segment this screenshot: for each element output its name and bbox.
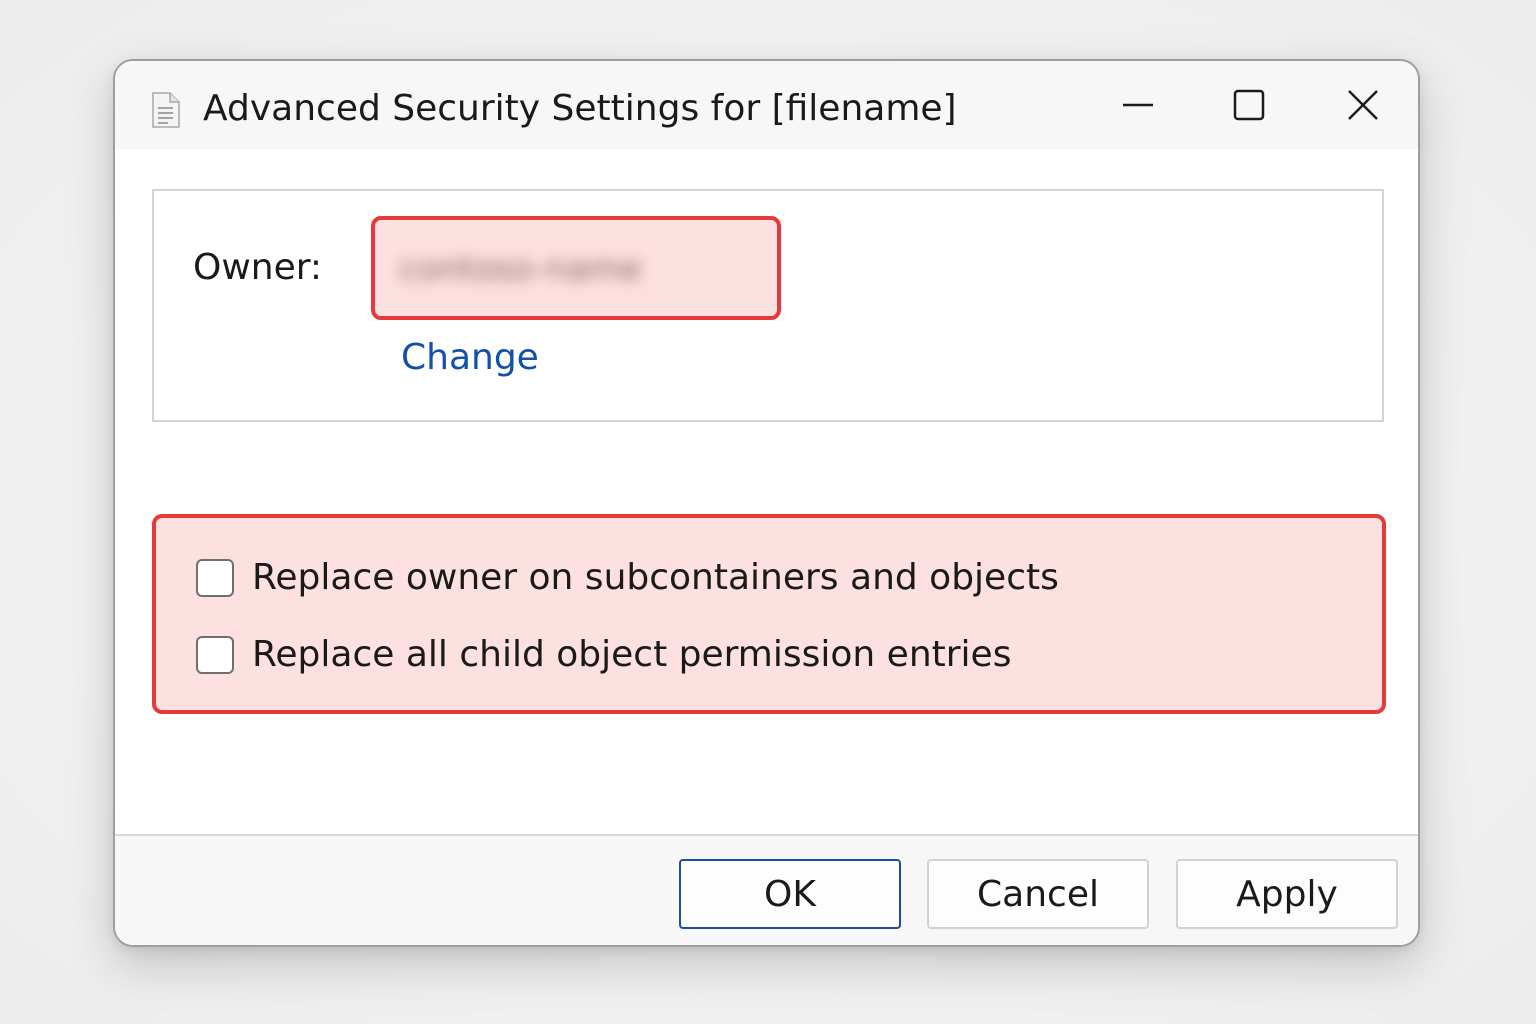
cancel-button[interactable]: Cancel — [927, 859, 1149, 929]
owner-label: Owner: — [193, 247, 323, 288]
window-title: Advanced Security Settings for [filename… — [203, 88, 957, 129]
replace-owner-label[interactable]: Replace owner on subcontainers and objec… — [252, 555, 1059, 601]
replace-child-permissions-option[interactable]: Replace all child object permission entr… — [196, 632, 1011, 678]
owner-group: Owner: contoso-name Change — [152, 189, 1384, 422]
minimize-icon — [1121, 88, 1155, 126]
minimize-button[interactable] — [1103, 79, 1173, 135]
close-icon — [1346, 88, 1380, 126]
ok-button[interactable]: OK — [679, 859, 901, 929]
title-bar[interactable]: Advanced Security Settings for [filename… — [115, 61, 1418, 149]
replace-options-group: Replace owner on subcontainers and objec… — [152, 514, 1386, 714]
advanced-security-dialog: Advanced Security Settings for [filename… — [113, 59, 1420, 947]
change-owner-link[interactable]: Change — [401, 335, 539, 381]
replace-child-permissions-label[interactable]: Replace all child object permission entr… — [252, 632, 1011, 678]
replace-owner-option[interactable]: Replace owner on subcontainers and objec… — [196, 555, 1059, 601]
apply-button[interactable]: Apply — [1176, 859, 1398, 929]
maximize-button[interactable] — [1214, 79, 1284, 135]
dialog-content: Owner: contoso-name Change Replace owner… — [115, 149, 1418, 834]
maximize-icon — [1232, 88, 1266, 126]
replace-owner-checkbox[interactable] — [196, 559, 234, 597]
owner-value-highlight: contoso-name — [371, 216, 781, 320]
replace-child-permissions-checkbox[interactable] — [196, 636, 234, 674]
document-icon — [151, 92, 181, 128]
dialog-footer: OK Cancel Apply — [115, 834, 1418, 945]
owner-value: contoso-name — [399, 249, 643, 289]
close-button[interactable] — [1328, 79, 1398, 135]
